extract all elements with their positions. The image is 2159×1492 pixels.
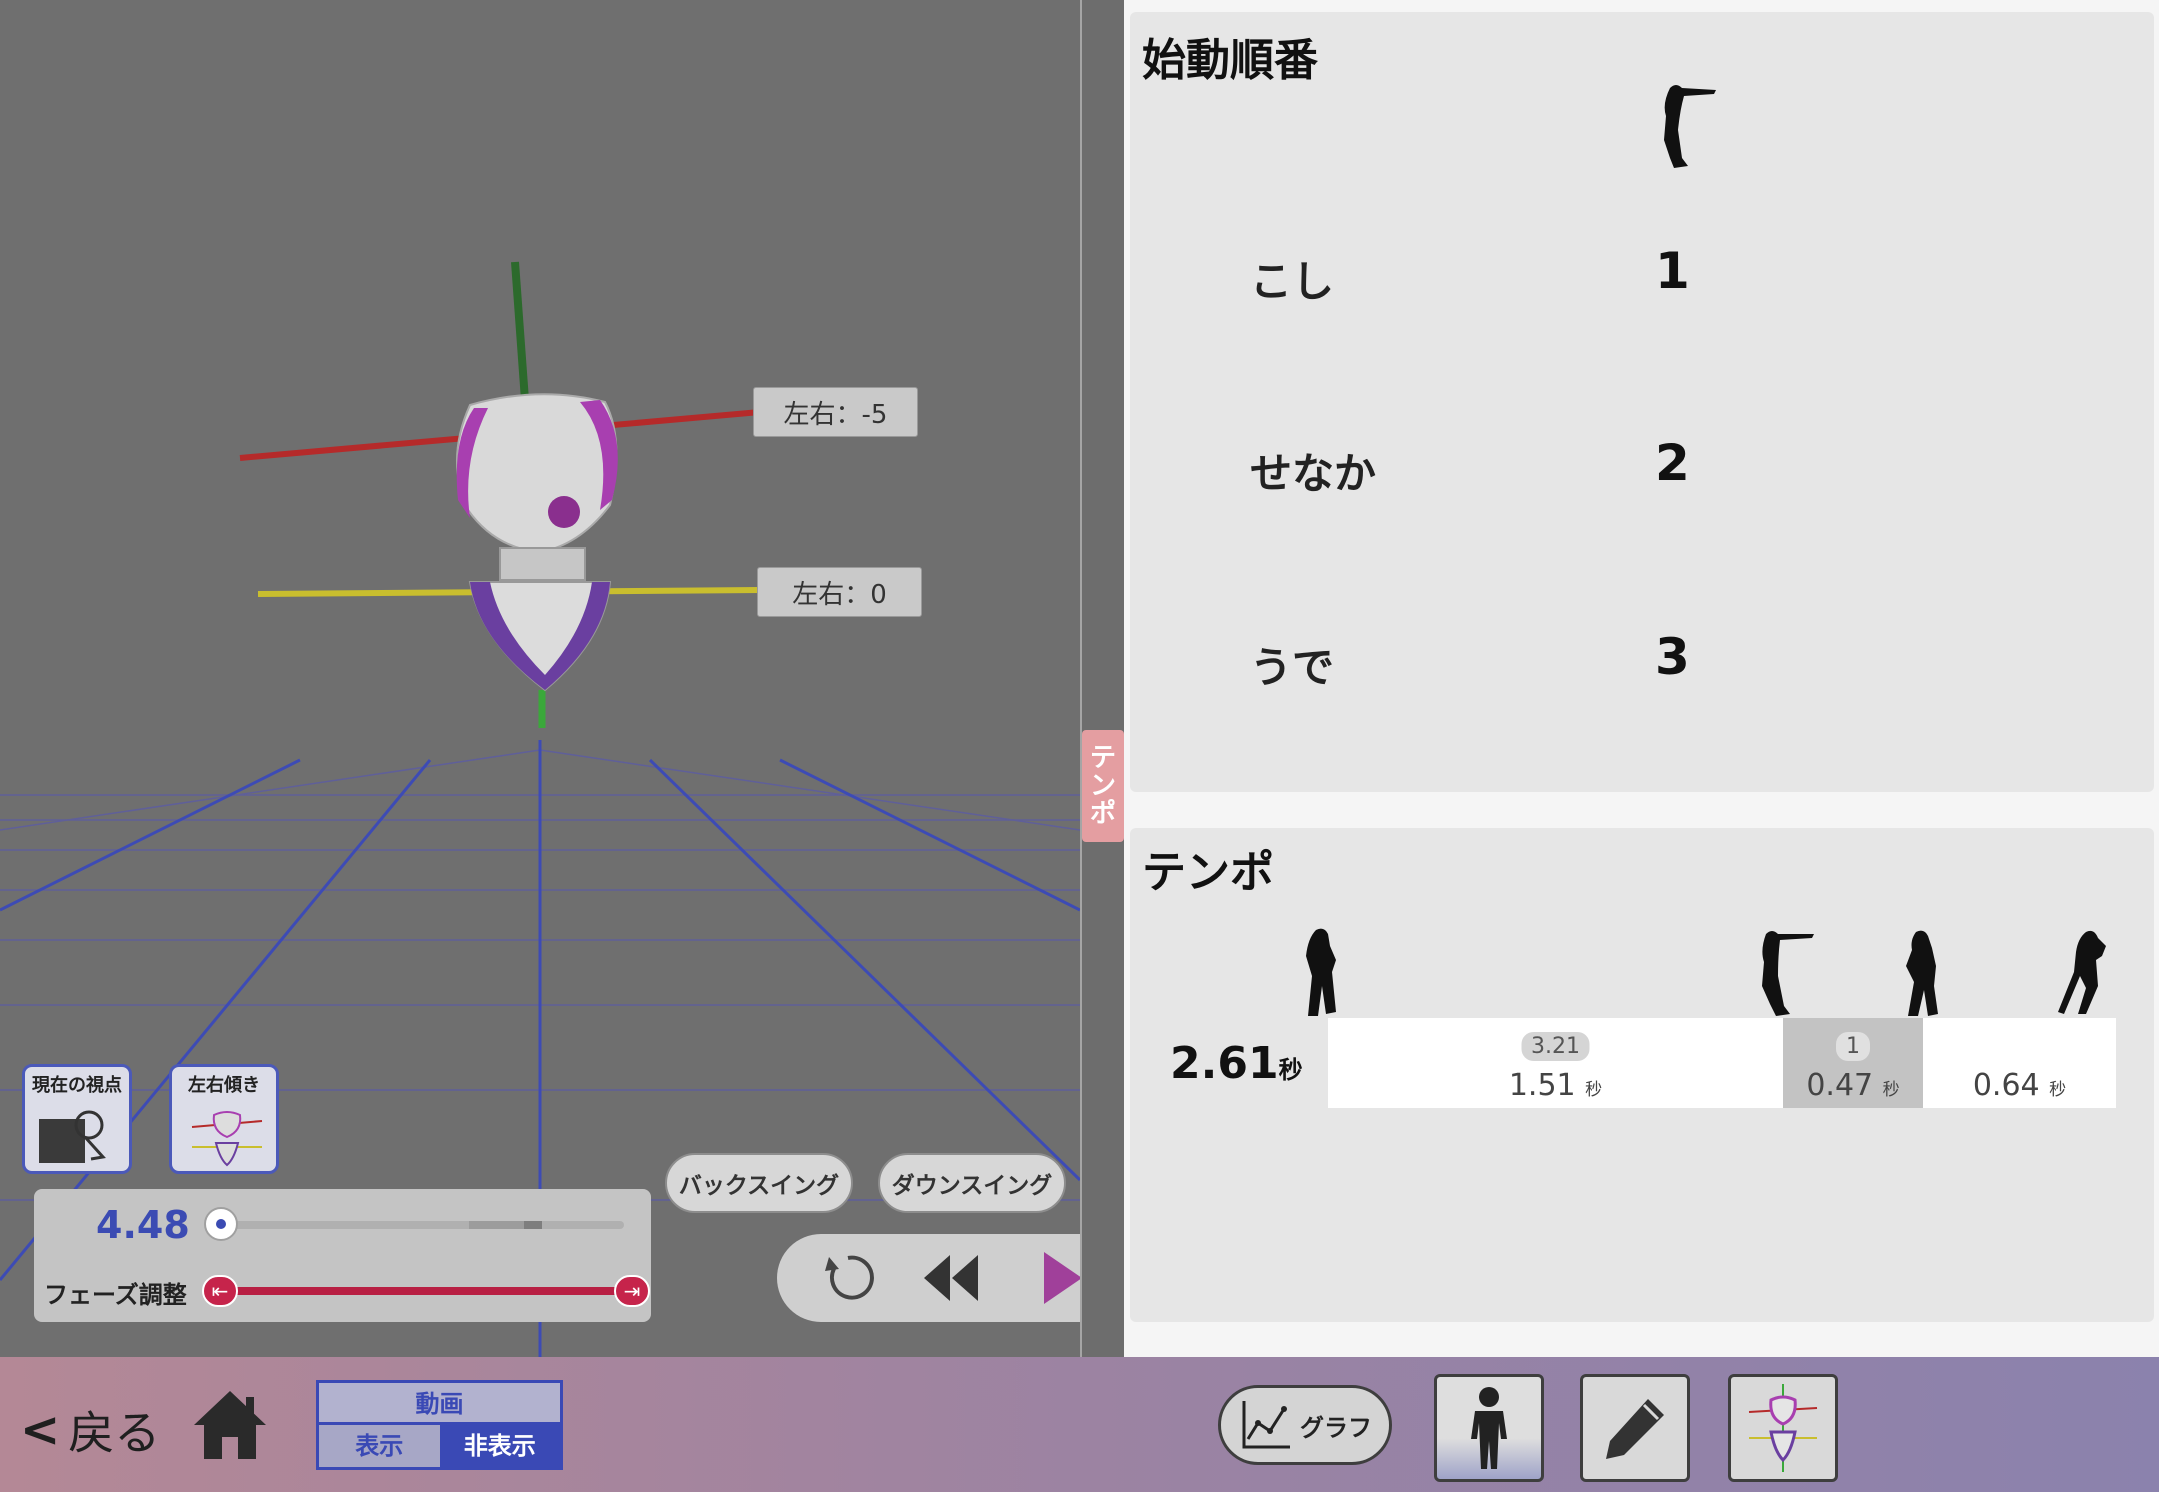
tempo-seconds: 0.47 秒 [1806, 1068, 1900, 1103]
tempo-segment-downswing: 1 0.47 秒 [1783, 1018, 1923, 1108]
start-order-title: 始動順番 [1142, 35, 1318, 86]
golfer-impact-icon [1906, 930, 1938, 1016]
video-toggle: 動画 表示 非表示 [316, 1380, 563, 1470]
graph-label: グラフ [1300, 1413, 1372, 1442]
tempo-ratio: 1 [1836, 1032, 1870, 1061]
current-view-label: 現在の視点 [32, 1075, 122, 1096]
playback-slider-panel: 4.48 フェーズ調整 ⇤ ⇥ [34, 1189, 651, 1322]
replay-button[interactable] [813, 1234, 883, 1322]
tempo-total: 2.61秒 [1170, 1038, 1303, 1089]
bottom-toolbar: < 戻る 動画 表示 非表示 グラフ [0, 1357, 2159, 1492]
3d-viewport[interactable]: 左右：-5 左右：0 現在の視点 左右傾き 4.48 フェーズ調整 ⇤ ⇥ バッ… [0, 0, 1080, 1357]
analysis-panel: 始動順番 こし 1 せなか 2 うで 3 テンポ 2.61秒 3.21 1.51… [1124, 0, 2159, 1357]
tilt-view-button[interactable] [1728, 1374, 1838, 1482]
time-slider[interactable] [209, 1221, 624, 1229]
phase-start-handle[interactable]: ⇤ [202, 1275, 238, 1307]
phase-end-handle[interactable]: ⇥ [614, 1275, 650, 1307]
tempo-tab[interactable]: テ ン ポ [1082, 730, 1124, 842]
back-label: 戻る [68, 1406, 161, 1460]
tempo-tab-char: テ [1089, 743, 1116, 773]
tempo-total-value: 2.61 [1170, 1038, 1279, 1089]
tempo-segment-backswing: 3.21 1.51 秒 [1328, 1018, 1783, 1108]
order-num-hip: 1 [1655, 242, 1690, 300]
order-num-arm: 3 [1655, 628, 1690, 686]
edit-button[interactable] [1580, 1374, 1690, 1482]
line-graph-icon [1242, 1401, 1290, 1449]
tempo-total-unit: 秒 [1278, 1056, 1303, 1084]
video-show-option[interactable]: 表示 [319, 1425, 440, 1467]
camera-view-icon [39, 1110, 106, 1163]
panel-divider [1080, 0, 1082, 1357]
lateral-tilt-button[interactable]: 左右傾き [169, 1064, 279, 1174]
order-num-back: 2 [1655, 434, 1690, 492]
chevron-left-icon: < [20, 1402, 61, 1458]
phase-backswing-button[interactable]: バックスイング [665, 1153, 853, 1213]
tempo-ratio: 3.21 [1521, 1032, 1590, 1061]
person-icon [1471, 1387, 1507, 1469]
lower-tilt-label: 左右：0 [757, 567, 922, 617]
golfer-top-icon [1762, 931, 1814, 1016]
golfer-finish-icon [2058, 930, 2106, 1014]
golfer-address-icon [1306, 928, 1336, 1016]
time-value: 4.48 [96, 1203, 190, 1247]
order-label-arm: うで [1250, 643, 1335, 692]
torso-tilt-icon [191, 1111, 263, 1167]
tempo-tab-char: ポ [1089, 799, 1116, 829]
tempo-segment-follow: 0.64 秒 [1923, 1018, 2116, 1108]
order-label-hip: こし [1250, 257, 1335, 306]
rewind-icon [924, 1255, 978, 1301]
torso-tilt-icon [1748, 1384, 1818, 1472]
rewind-button[interactable] [912, 1234, 992, 1322]
lateral-tilt-label: 左右傾き [188, 1075, 260, 1096]
phase-downswing-button[interactable]: ダウンスイング [878, 1153, 1066, 1213]
upper-tilt-label: 左右：-5 [753, 387, 918, 437]
phase-adjust-label: フェーズ調整 [44, 1281, 187, 1309]
tempo-tab-char: ン [1089, 771, 1116, 801]
play-button[interactable] [1027, 1234, 1080, 1322]
current-view-button[interactable]: 現在の視点 [22, 1064, 132, 1174]
graph-button[interactable]: グラフ [1218, 1385, 1392, 1465]
tempo-title: テンポ [1142, 847, 1274, 898]
replay-icon [825, 1255, 874, 1300]
pencil-icon [1606, 1399, 1664, 1459]
body-view-button[interactable] [1434, 1374, 1544, 1482]
tempo-seconds: 0.64 秒 [1972, 1068, 2067, 1103]
tempo-seconds: 1.51 秒 [1508, 1068, 1603, 1103]
video-toggle-title: 動画 [319, 1383, 560, 1425]
tempo-bar: 3.21 1.51 秒 1 0.47 秒 0.64 秒 [1328, 1018, 2116, 1108]
tempo-card: テンポ 2.61秒 3.21 1.51 秒 1 0.47 秒 0.64 秒 [1130, 828, 2154, 1322]
phase-adjust-slider[interactable] [209, 1287, 634, 1295]
start-order-card: 始動順番 こし 1 せなか 2 うで 3 [1130, 12, 2154, 792]
play-icon [1044, 1252, 1080, 1304]
player-controls [777, 1234, 1080, 1322]
time-slider-thumb[interactable] [204, 1207, 238, 1241]
video-hide-option[interactable]: 非表示 [439, 1425, 560, 1467]
order-label-back: せなか [1250, 449, 1377, 498]
home-icon[interactable] [190, 1385, 270, 1465]
golfer-top-icon [1664, 85, 1716, 168]
back-button[interactable]: < 戻る [20, 1397, 160, 1463]
